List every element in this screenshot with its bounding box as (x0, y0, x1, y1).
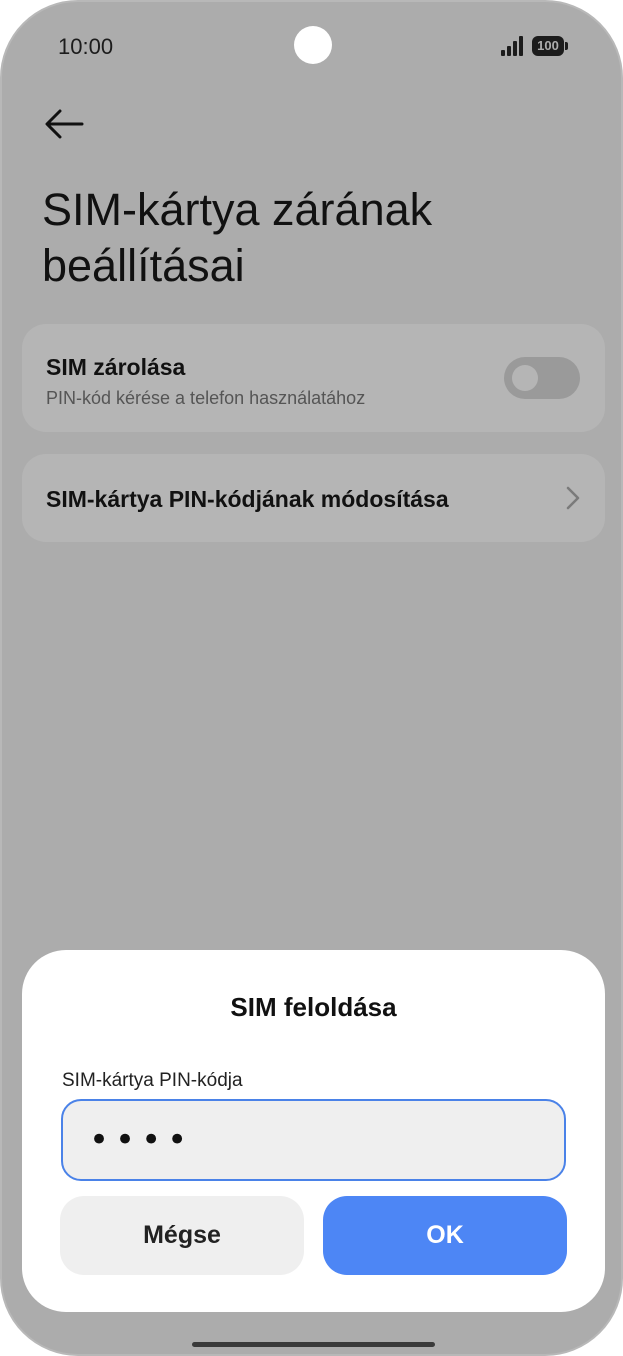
pin-field-label: SIM-kártya PIN-kódja (62, 1070, 243, 1091)
front-camera (294, 26, 332, 64)
battery-tip (565, 42, 568, 50)
status-bar: 10:00 100 (2, 2, 621, 92)
cancel-button[interactable]: Mégse (60, 1196, 304, 1275)
pin-input[interactable]: •••• (61, 1099, 566, 1181)
phone-screen: 10:00 100 SIM-kártya zárának beállításai… (0, 0, 623, 1356)
signal-bars-icon (501, 36, 523, 56)
status-time: 10:00 (58, 34, 114, 59)
toggle-knob (512, 365, 538, 391)
home-indicator[interactable] (192, 1342, 435, 1347)
ok-button[interactable]: OK (323, 1196, 567, 1275)
dialog-title: SIM feloldása (230, 992, 397, 1022)
chevron-right-icon (566, 486, 580, 510)
sim-lock-subtitle: PIN-kód kérése a telefon használatához (46, 388, 366, 408)
sim-lock-toggle[interactable] (504, 357, 580, 399)
unlock-sim-dialog: SIM feloldása SIM-kártya PIN-kódja •••• … (22, 950, 605, 1312)
change-pin-title: SIM-kártya PIN-kódjának módosítása (46, 486, 449, 512)
sim-lock-title: SIM zárolása (46, 354, 186, 380)
change-pin-setting[interactable]: SIM-kártya PIN-kódjának módosítása (22, 454, 605, 542)
battery-level: 100 (532, 36, 564, 56)
back-button[interactable] (38, 98, 94, 150)
page-title: SIM-kártya zárának beállításai (42, 184, 433, 291)
sim-lock-setting[interactable]: SIM zárolása PIN-kód kérése a telefon ha… (22, 324, 605, 432)
battery-icon: 100 (532, 36, 568, 56)
arrow-left-icon (45, 109, 84, 139)
